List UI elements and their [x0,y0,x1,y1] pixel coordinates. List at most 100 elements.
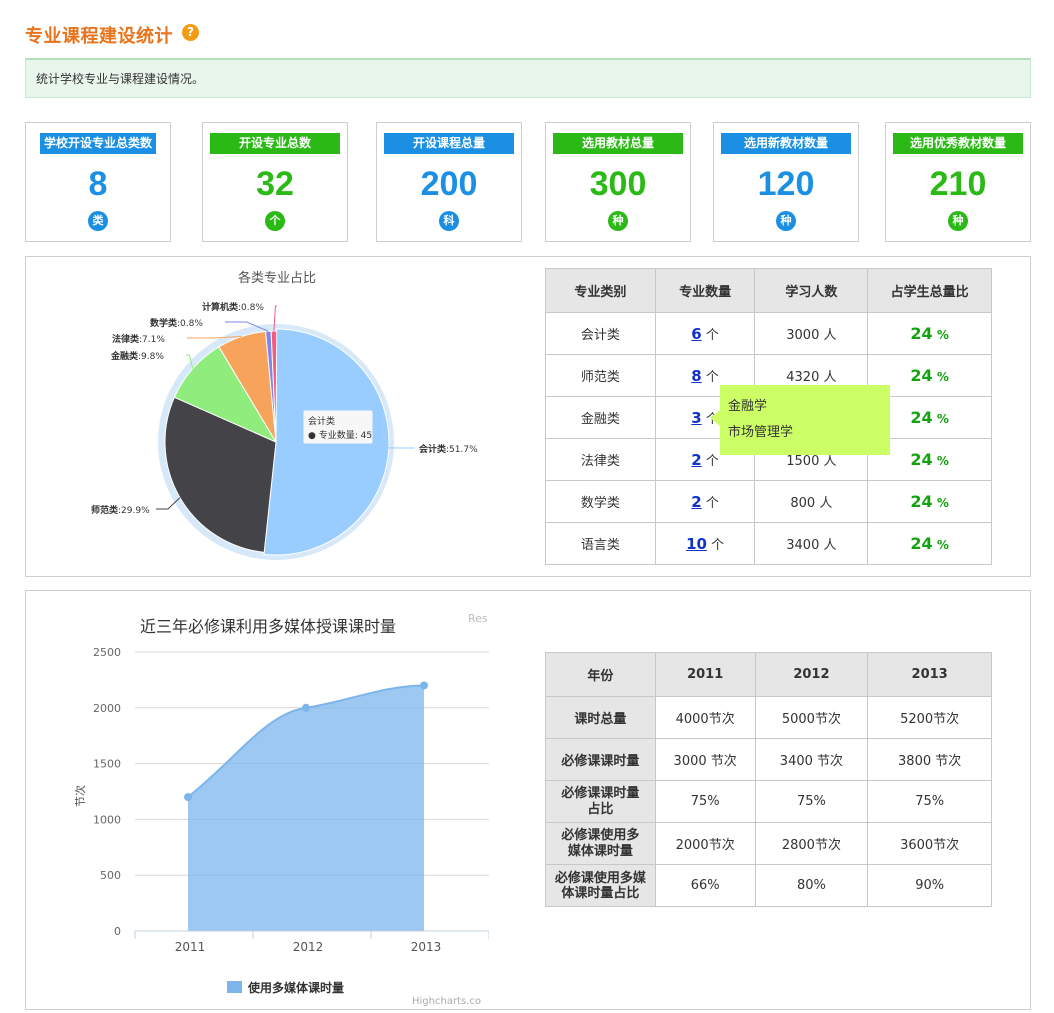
pie-tooltip: 会计类 ● 专业数量: 45 [302,409,374,445]
row-header: 课时总量 [545,696,656,739]
pie-tooltip-label: 专业数量 [319,429,355,441]
stat-card-textbooks: 选用教材总量 300 种 [545,122,691,242]
value-cell: 4000节次 [654,696,756,739]
page: 专业课程建设统计 ? 统计学校专业与课程建设情况。 学校开设专业总类数 8 类 … [0,0,1054,1013]
table-row: 必修课课时量占比 75% 75% 75% [545,780,992,823]
value-cell: 90% [867,864,992,907]
area-x-axis: 2011 2012 2013 [134,930,489,954]
pct-cell: 24 % [867,312,992,355]
students-cell: 3000 人 [754,312,869,355]
stat-label: 选用教材总量 [553,133,683,154]
popup-arrow [710,410,720,426]
area-fill [188,685,424,931]
stat-unit-badge: 种 [608,211,628,231]
pct-cell: 24 % [867,522,992,565]
value-cell: 3400 节次 [754,738,869,781]
table-row: 数学类 2 个 800 人 24 % [545,480,992,523]
help-icon[interactable]: ? [182,24,199,41]
stat-value: 120 [757,165,815,203]
area-y-ticks: 0 500 1000 1500 2000 2500 [93,646,121,938]
major-count-link[interactable]: 10 [686,535,707,553]
pct-unit: % [936,328,949,342]
pct-unit: % [936,538,949,552]
pct-unit: % [936,370,949,384]
svg-text:● 专业数量: 45: ● 专业数量: 45 [308,429,372,441]
table-row: 必修课使用多媒体课时量占比 66% 80% 90% [545,864,992,907]
col-header-2013: 2013 [867,652,992,697]
table-row: 必修课使用多媒体课时量 2000节次 2800节次 3600节次 [545,822,992,865]
col-header-category: 专业类别 [545,268,656,313]
col-header-count: 专业数量 [654,268,756,313]
pie-title: 各类专业占比 [238,270,316,286]
pie-data-label: 数学类:0.8% [150,317,203,329]
category-cell: 数学类 [545,480,656,523]
pct-value: 24 [910,450,933,469]
area-point [302,703,310,712]
table-row: 课时总量 4000节次 5000节次 5200节次 [545,696,992,739]
pct-value: 24 [910,408,933,427]
major-count-link[interactable]: 2 [691,451,701,469]
y-tick-label: 1500 [93,758,121,771]
major-count-link[interactable]: 3 [691,409,701,427]
pie-data-label: 会计类:51.7% [419,443,478,455]
stat-unit-badge: 个 [265,211,285,231]
value-cell: 3600节次 [867,822,992,865]
pie-tooltip-value: 45 [361,431,372,441]
value-cell: 75% [654,780,756,823]
area-credit: Highcharts.co [412,996,481,1007]
y-tick-label: 500 [100,869,121,882]
area-chart: 近三年必修课利用多媒体授课课时量 Res 0 500 1000 1500 2000 250… [73,612,489,1007]
popup-item[interactable]: 金融学 [728,395,882,421]
pct-value: 24 [910,492,933,511]
y-tick-label: 0 [114,925,121,938]
major-popup: 金融学 市场管理学 [720,385,890,455]
major-count-link[interactable]: 6 [691,325,701,343]
pie-data-label: 计算机类:0.8% [202,301,264,313]
stat-card-major-types: 学校开设专业总类数 8 类 [25,122,171,242]
category-cell: 师范类 [545,354,656,397]
pie-data-label: 师范类:29.9% [91,504,150,516]
row-header: 必修课课时量 [545,738,656,781]
row-header: 必修课使用多媒体课时量 [545,822,656,865]
col-header-students: 学习人数 [754,268,869,313]
stat-value: 200 [420,165,478,203]
stat-card-excellent-textbooks: 选用优秀教材数量 210 种 [885,122,1031,242]
area-point [420,681,428,690]
count-unit: 个 [705,454,719,469]
students-cell: 800 人 [754,480,869,523]
pct-unit: % [936,454,949,468]
stat-unit-badge: 种 [776,211,796,231]
popup-item[interactable]: 市场管理学 [728,421,882,447]
value-cell: 3800 节次 [867,738,992,781]
category-cell: 会计类 [545,312,656,355]
stat-value: 32 [256,165,294,203]
pie-data-label: 法律类:7.1% [112,333,165,345]
col-header-pct: 占学生总量比 [867,268,992,313]
stat-card-majors: 开设专业总数 32 个 [202,122,348,242]
row-header: 必修课课时量占比 [545,780,656,823]
value-cell: 75% [867,780,992,823]
stat-unit-badge: 种 [948,211,968,231]
stat-label: 开设专业总数 [210,133,340,154]
major-count-link[interactable]: 8 [691,367,701,385]
table-row: 必修课课时量 3000 节次 3400 节次 3800 节次 [545,738,992,781]
students-cell: 3400 人 [754,522,869,565]
count-unit: 个 [705,328,719,343]
hours-table: 年份 2011 2012 2013 课时总量 4000节次 5000节次 520… [545,652,992,907]
category-cell: 语言类 [545,522,656,565]
area-point [184,793,192,802]
y-tick-label: 2000 [93,702,121,715]
value-cell: 2000节次 [654,822,756,865]
legend-label: 使用多媒体课时量 [247,980,344,995]
stat-label: 学校开设专业总类数 [39,133,157,154]
count-cell: 2 个 [654,480,756,523]
col-header-2011: 2011 [654,652,756,697]
pct-unit: % [936,412,949,426]
col-header-year: 年份 [545,652,656,697]
pct-value: 24 [910,324,933,343]
pct-unit: % [936,496,949,510]
stat-label: 选用优秀教材数量 [893,133,1023,154]
major-count-link[interactable]: 2 [691,493,701,511]
description-box: 统计学校专业与课程建设情况。 [25,58,1031,98]
value-cell: 2800节次 [754,822,869,865]
